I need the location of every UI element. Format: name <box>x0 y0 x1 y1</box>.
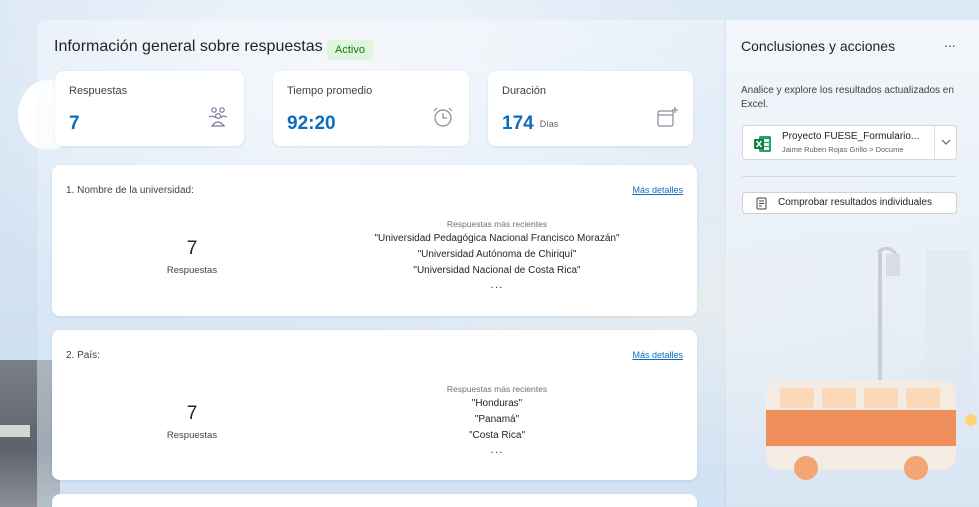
stat-label: Duración <box>502 85 547 97</box>
more-details-link[interactable]: Más detalles <box>632 350 683 360</box>
more-responses-ellipsis: ... <box>490 277 504 291</box>
recent-responses-heading: Respuestas más recientes <box>446 219 548 229</box>
question-title: 1. Nombre de la universidad: <box>66 185 194 196</box>
more-responses-ellipsis: ... <box>490 442 504 456</box>
response-count: 7 <box>186 238 198 259</box>
question-card: 2. País: Más detalles 7 Respuestas Respu… <box>52 330 697 480</box>
trolley-scenery <box>766 247 977 480</box>
stat-label: Tiempo promedio <box>287 85 373 97</box>
recent-responses: Respuestas más recientes "Honduras" "Pan… <box>347 382 647 458</box>
more-details-link[interactable]: Más detalles <box>632 185 683 195</box>
insights-description: Analice y explore los resultados actuali… <box>741 85 954 110</box>
check-individual-results-button[interactable]: Comprobar resultados individuales <box>742 192 957 214</box>
stat-value: 174 Días <box>502 113 559 134</box>
stat-unit: Días <box>539 119 559 129</box>
status-badge: Activo <box>327 40 373 60</box>
file-options-dropdown[interactable] <box>934 126 956 159</box>
recent-response: "Honduras" <box>471 398 523 409</box>
insights-title: Conclusiones y acciones <box>741 38 896 54</box>
page-title: Información general sobre respuestas <box>54 38 323 55</box>
divider <box>742 176 957 177</box>
question-title: 2. País: <box>66 350 100 361</box>
question-card <box>52 494 697 507</box>
recent-responses: Respuestas más recientes "Universidad Pe… <box>347 217 647 293</box>
more-options-icon[interactable]: ... <box>942 36 958 52</box>
recent-response: "Panamá" <box>474 414 520 425</box>
users-icon <box>208 107 228 127</box>
stat-card-duration: Duración 174 Días <box>488 71 693 146</box>
response-count: 7 <box>186 403 198 424</box>
stat-card-responses: Respuestas 7 <box>55 71 244 146</box>
excel-file-link[interactable]: Proyecto FUESE_Formulario... Jaime Ruben… <box>742 125 957 160</box>
recent-response: "Universidad Pedagógica Nacional Francis… <box>374 233 620 244</box>
stat-label: Respuestas <box>69 85 128 97</box>
response-count-label: Respuestas <box>166 430 218 441</box>
stat-value: 92:20 <box>287 113 336 134</box>
background-road-marking <box>0 425 30 437</box>
file-path: Jaime Ruben Rojas Grillo > Docume <box>782 145 904 154</box>
recent-responses-heading: Respuestas más recientes <box>446 384 548 394</box>
alarm-clock-icon <box>433 107 453 127</box>
question-card: 1. Nombre de la universidad: Más detalle… <box>52 165 697 316</box>
file-name: Proyecto FUESE_Formulario... <box>782 131 920 142</box>
recent-response: "Universidad Autónoma de Chiriquí" <box>417 249 577 260</box>
excel-icon <box>754 136 771 152</box>
response-count-label: Respuestas <box>166 265 218 276</box>
check-individual-results-label: Comprobar resultados individuales <box>778 197 932 208</box>
chevron-down-icon <box>941 139 951 145</box>
stat-value: 7 <box>69 113 80 134</box>
calendar-add-icon <box>657 107 678 127</box>
stat-card-average-time: Tiempo promedio 92:20 <box>273 71 469 146</box>
document-list-icon <box>756 197 767 210</box>
